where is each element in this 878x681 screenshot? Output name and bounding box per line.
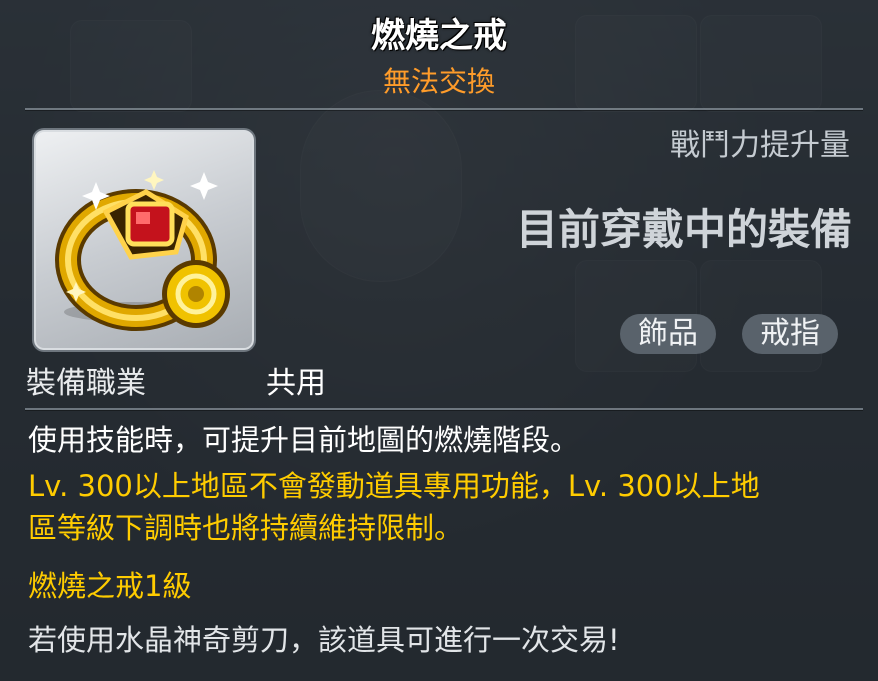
item-level: 燃燒之戒1級	[28, 569, 192, 603]
job-label: 裝備職業	[26, 366, 146, 401]
divider-middle	[25, 408, 863, 410]
description-warning-line2: 區等級下調時也將持續維持限制。	[28, 511, 464, 545]
item-tooltip: 燃燒之戒 無法交換 戰鬥力提升量 目前穿戴中的裝備 飾品 戒指 裝備職業 共用 …	[0, 0, 878, 681]
scissors-note: 若使用水晶神奇剪刀，該道具可進行一次交易!	[28, 623, 620, 657]
trade-status: 無法交換	[382, 65, 495, 98]
item-icon-frame	[34, 130, 254, 350]
description-warning-line1: Lv. 300以上地區不會發動道具專用功能，Lv. 300以上地	[28, 469, 760, 503]
power-increase-label: 戰鬥力提升量	[670, 128, 850, 163]
tag-accessory: 飾品	[620, 314, 716, 354]
description-effect: 使用技能時，可提升目前地圖的燃燒階段。	[28, 423, 580, 457]
equipped-status: 目前穿戴中的裝備	[515, 205, 852, 254]
divider-top	[25, 108, 863, 110]
tag-ring: 戒指	[742, 314, 838, 354]
job-value: 共用	[266, 366, 326, 401]
item-name: 燃燒之戒	[371, 16, 507, 56]
ruby-gold-ring-icon	[55, 170, 230, 331]
